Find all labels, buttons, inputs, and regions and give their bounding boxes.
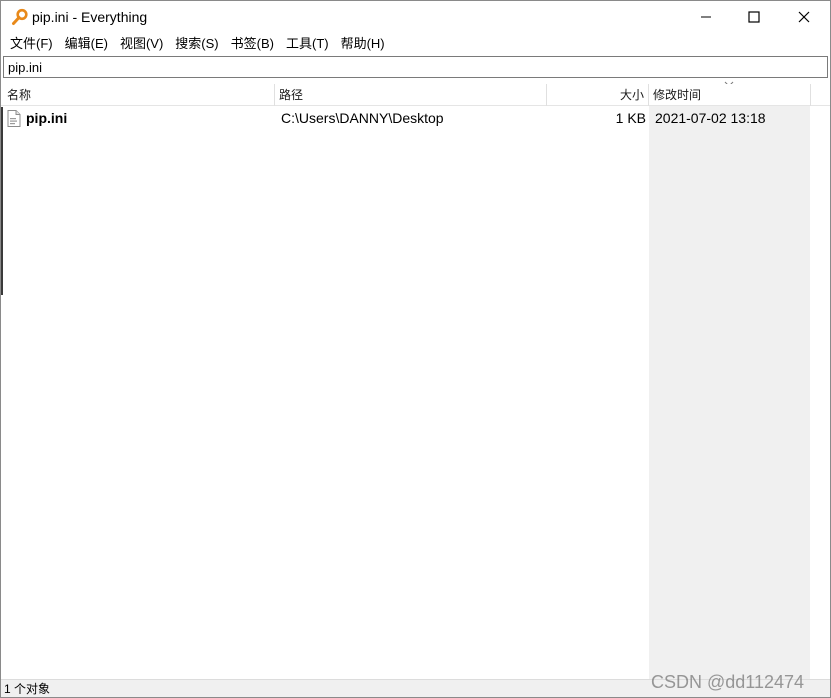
menu-edit[interactable]: 编辑(E) [59, 33, 114, 54]
menu-bookmarks[interactable]: 书签(B) [225, 33, 280, 54]
result-name: pip.ini [26, 110, 68, 126]
column-divider[interactable] [648, 84, 649, 106]
column-header-path[interactable]: 路径 [279, 84, 303, 106]
minimize-icon [701, 16, 711, 18]
column-header-name[interactable]: 名称 [7, 84, 31, 106]
column-header-modified[interactable]: 修改时间 [653, 84, 701, 106]
table-row[interactable]: pip.ini C:\Users\DANNY\Desktop 1 KB 2021… [1, 107, 830, 129]
search-input[interactable] [3, 56, 828, 78]
watermark: CSDN @dd112474 [651, 672, 805, 692]
menu-view[interactable]: 视图(V) [114, 33, 169, 54]
magnifier-key-icon [12, 8, 28, 25]
menu-file[interactable]: 文件(F) [4, 33, 59, 54]
menu-search[interactable]: 搜索(S) [169, 33, 224, 54]
result-path: C:\Users\DANNY\Desktop [281, 110, 444, 126]
minimize-button[interactable] [682, 1, 730, 33]
maximize-icon [748, 11, 760, 23]
everything-window: pip.ini - Everything 文件(F) 编辑(E) 视图(V) 搜… [0, 0, 831, 698]
close-button[interactable] [780, 1, 828, 33]
column-divider[interactable] [274, 84, 275, 106]
column-header-row: 名称 路径 大小 修改时间 [1, 84, 830, 106]
menu-tools[interactable]: 工具(T) [280, 33, 335, 54]
window-title: pip.ini - Everything [32, 9, 148, 25]
maximize-button[interactable] [730, 1, 778, 33]
column-header-size[interactable]: 大小 [549, 84, 644, 106]
menu-bar: 文件(F) 编辑(E) 视图(V) 搜索(S) 书签(B) 工具(T) 帮助(H… [1, 33, 830, 54]
ini-file-icon [7, 110, 21, 127]
left-edge-accent [1, 107, 3, 295]
title-bar[interactable]: pip.ini - Everything [1, 1, 830, 33]
sorted-column-highlight [649, 106, 810, 679]
status-text: 1 个对象 [4, 682, 51, 696]
column-divider[interactable] [810, 84, 811, 106]
column-divider[interactable] [546, 84, 547, 106]
result-size: 1 KB [615, 110, 646, 126]
result-modified: 2021-07-02 13:18 [655, 110, 766, 126]
menu-help[interactable]: 帮助(H) [335, 33, 391, 54]
close-icon [798, 11, 810, 23]
